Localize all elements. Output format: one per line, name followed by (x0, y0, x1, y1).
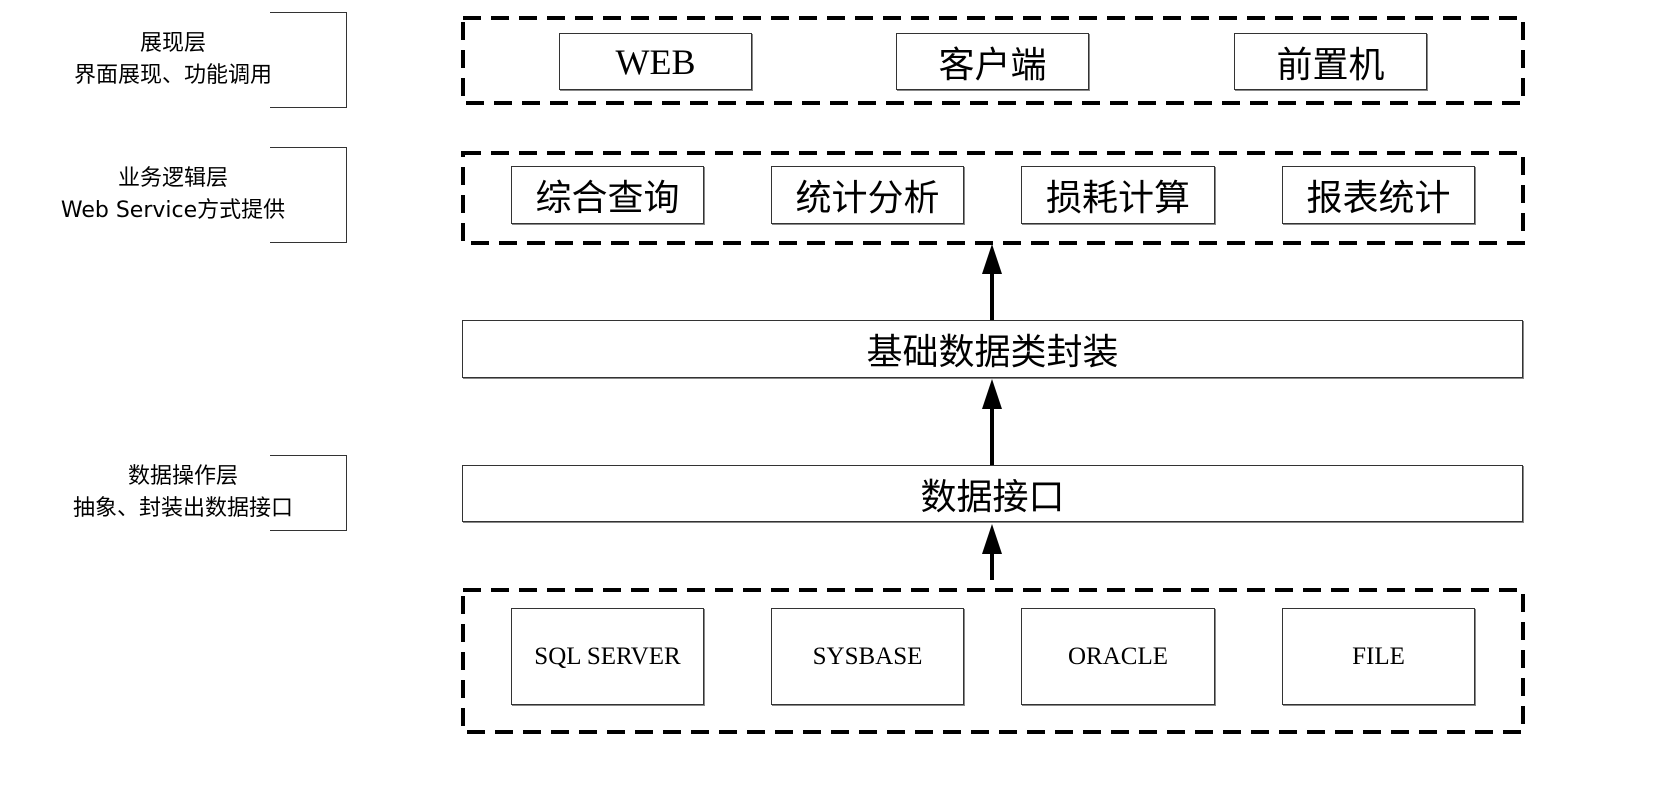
layer-label-business: 业务逻辑层 Web Service方式提供 (20, 163, 326, 227)
layer-subtitle: Web Service方式提供 (60, 198, 286, 223)
business-box: 损耗计算 (1021, 166, 1215, 224)
business-box: 综合查询 (511, 166, 704, 224)
layer-title: 展现层 (139, 31, 206, 56)
database-box: FILE (1282, 608, 1475, 705)
business-box: 报表统计 (1282, 166, 1475, 224)
layer-label-presentation: 展现层界面展现、功能调用 (20, 28, 326, 92)
encapsulation-box: 基础数据类封装 (462, 320, 1523, 378)
database-box: SYSBASE (771, 608, 964, 705)
presentation-box: 客户端 (896, 33, 1089, 90)
layer-label-data: 数据操作层抽象、封装出数据接口 (30, 461, 336, 525)
database-box: ORACLE (1021, 608, 1215, 705)
database-box: SQL SERVER (511, 608, 704, 705)
arrowhead (982, 244, 1002, 274)
layer-subtitle: 抽象、封装出数据接口 (72, 496, 293, 521)
layer-title: 业务逻辑层 (117, 166, 228, 191)
presentation-box: WEB (559, 33, 752, 90)
business-box: 统计分析 (771, 166, 964, 224)
presentation-box: 前置机 (1234, 33, 1427, 90)
layer-subtitle: 界面展现、功能调用 (73, 63, 272, 88)
layer-title: 数据操作层 (127, 464, 238, 489)
arrowhead (982, 524, 1002, 554)
architecture-diagram: 展现层界面展现、功能调用 业务逻辑层 Web Service方式提供 数据操作层抽… (0, 0, 1660, 797)
data-interface-box: 数据接口 (462, 465, 1523, 522)
arrowhead (982, 379, 1002, 409)
